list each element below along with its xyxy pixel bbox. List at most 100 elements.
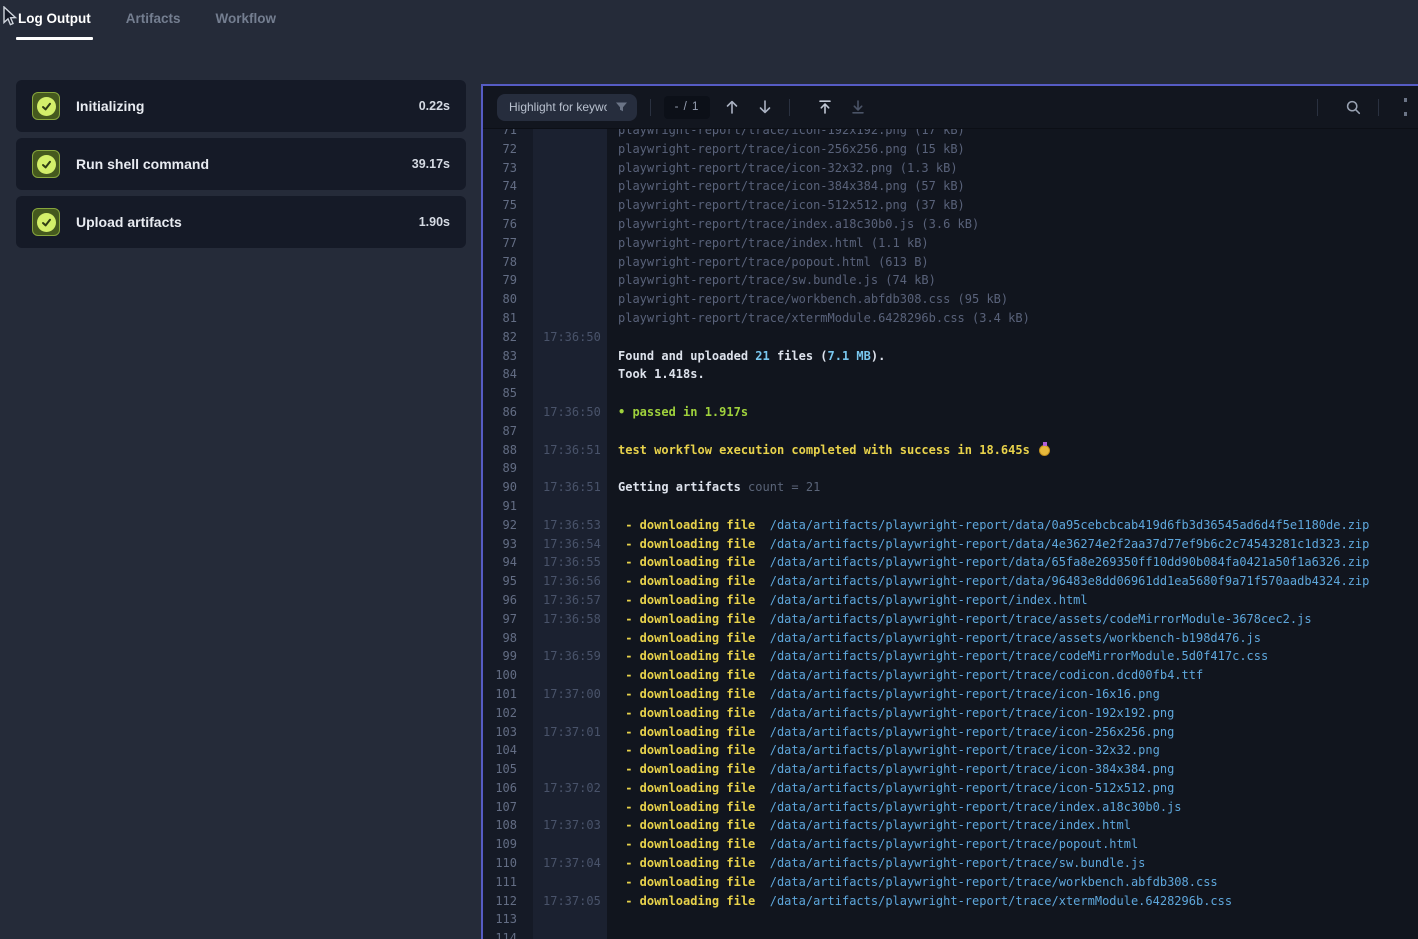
line-timestamp (533, 741, 607, 760)
search-button[interactable] (1342, 96, 1365, 119)
line-text: - downloading file /data/artifacts/playw… (607, 723, 1418, 742)
line-number: 87 (483, 422, 533, 441)
line-timestamp (533, 215, 607, 234)
line-timestamp: 17:37:05 (533, 892, 607, 911)
line-text: - downloading file /data/artifacts/playw… (607, 873, 1418, 892)
log-line: 77playwright-report/trace/index.html (1.… (483, 234, 1418, 253)
line-number: 93 (483, 535, 533, 554)
line-number: 105 (483, 760, 533, 779)
line-number: 90 (483, 478, 533, 497)
line-timestamp: 17:37:03 (533, 816, 607, 835)
medal-icon (1039, 445, 1050, 456)
line-number: 102 (483, 704, 533, 723)
line-number: 109 (483, 835, 533, 854)
line-number: 111 (483, 873, 533, 892)
line-text: playwright-report/trace/xtermModule.6428… (607, 309, 1418, 328)
line-timestamp (533, 798, 607, 817)
line-number: 94 (483, 553, 533, 572)
log-line: 80playwright-report/trace/workbench.abfd… (483, 290, 1418, 309)
line-number: 114 (483, 929, 533, 939)
line-timestamp (533, 704, 607, 723)
filter-funnel-icon[interactable] (615, 101, 628, 119)
log-lines: 71playwright-report/trace/icon-192x192.p… (483, 129, 1418, 939)
line-timestamp: 17:36:54 (533, 535, 607, 554)
line-text: - downloading file /data/artifacts/playw… (607, 685, 1418, 704)
check-circle-icon (32, 150, 60, 178)
line-timestamp: 17:37:04 (533, 854, 607, 873)
log-line: 9417:36:55 - downloading file /data/arti… (483, 553, 1418, 572)
line-number: 86 (483, 403, 533, 422)
log-line: 104 - downloading file /data/artifacts/p… (483, 741, 1418, 760)
line-number: 82 (483, 328, 533, 347)
line-timestamp: 17:36:53 (533, 516, 607, 535)
line-timestamp (533, 271, 607, 290)
line-number: 97 (483, 610, 533, 629)
line-number: 108 (483, 816, 533, 835)
line-text: - downloading file /data/artifacts/playw… (607, 816, 1418, 835)
log-viewport[interactable]: 71playwright-report/trace/icon-192x192.p… (483, 129, 1418, 939)
line-timestamp (533, 196, 607, 215)
log-line: 79playwright-report/trace/sw.bundle.js (… (483, 271, 1418, 290)
step-list: Initializing 0.22s Run shell command 39.… (16, 80, 466, 248)
line-text: playwright-report/trace/icon-384x384.png… (607, 177, 1418, 196)
line-timestamp (533, 253, 607, 272)
line-timestamp (533, 365, 607, 384)
scroll-to-top-button[interactable] (814, 96, 836, 118)
step-initializing[interactable]: Initializing 0.22s (16, 80, 466, 132)
line-timestamp: 17:36:50 (533, 328, 607, 347)
log-panel: - / 1 71playwright-report/trace/icon-192… (481, 84, 1418, 939)
log-line: 91 (483, 497, 1418, 516)
divider (1317, 99, 1318, 116)
tab-workflow[interactable]: Workflow (214, 0, 279, 40)
log-line: 100 - downloading file /data/artifacts/p… (483, 666, 1418, 685)
step-upload-artifacts[interactable]: Upload artifacts 1.90s (16, 196, 466, 248)
previous-match-button[interactable] (721, 96, 743, 118)
line-text: - downloading file /data/artifacts/playw… (607, 647, 1418, 666)
divider (650, 99, 651, 116)
line-number: 79 (483, 271, 533, 290)
log-line: 10317:37:01 - downloading file /data/art… (483, 723, 1418, 742)
line-text: Took 1.418s. (607, 365, 1418, 384)
line-timestamp (533, 177, 607, 196)
line-number: 74 (483, 177, 533, 196)
line-text: Found and uploaded 21 files (7.1 MB). (607, 347, 1418, 366)
line-text: - downloading file /data/artifacts/playw… (607, 610, 1418, 629)
tab-log-output[interactable]: Log Output (16, 0, 93, 40)
scroll-to-bottom-button[interactable] (847, 96, 869, 118)
step-label: Upload artifacts (76, 214, 419, 230)
log-line: 11017:37:04 - downloading file /data/art… (483, 854, 1418, 873)
line-number: 83 (483, 347, 533, 366)
log-line: 9217:36:53 - downloading file /data/arti… (483, 516, 1418, 535)
line-timestamp (533, 290, 607, 309)
line-timestamp (533, 873, 607, 892)
line-timestamp (533, 347, 607, 366)
tab-artifacts[interactable]: Artifacts (124, 0, 183, 40)
line-timestamp: 17:36:58 (533, 610, 607, 629)
line-text: playwright-report/trace/index.a18c30b0.j… (607, 215, 1418, 234)
log-line: 114 (483, 929, 1418, 939)
divider (1378, 99, 1379, 116)
step-run-shell-command[interactable]: Run shell command 39.17s (16, 138, 466, 190)
line-number: 99 (483, 647, 533, 666)
log-line: 71playwright-report/trace/icon-192x192.p… (483, 129, 1418, 140)
line-text: - downloading file /data/artifacts/playw… (607, 666, 1418, 685)
log-line: 74 playwright-report/trace/icon-384x384.p… (483, 177, 1418, 196)
line-timestamp (533, 459, 607, 478)
log-line: 113 (483, 910, 1418, 929)
line-text: - downloading file /data/artifacts/playw… (607, 779, 1418, 798)
line-number: 89 (483, 459, 533, 478)
line-number: 110 (483, 854, 533, 873)
line-text: playwright-report/trace/workbench.abfdb3… (607, 290, 1418, 309)
line-text: - downloading file /data/artifacts/playw… (607, 704, 1418, 723)
line-text: playwright-report/trace/icon-192x192.png… (607, 129, 1418, 140)
line-number: 106 (483, 779, 533, 798)
line-timestamp: 17:37:00 (533, 685, 607, 704)
line-timestamp: 17:36:56 (533, 572, 607, 591)
log-line: 9317:36:54 - downloading file /data/arti… (483, 535, 1418, 554)
log-line: 8817:36:51test workflow execution comple… (483, 441, 1418, 460)
line-number: 112 (483, 892, 533, 911)
line-text: Getting artifacts count = 21 (607, 478, 1418, 497)
next-match-button[interactable] (754, 96, 776, 118)
line-timestamp (533, 929, 607, 939)
clipped-toolbar-icon[interactable] (1404, 98, 1407, 116)
